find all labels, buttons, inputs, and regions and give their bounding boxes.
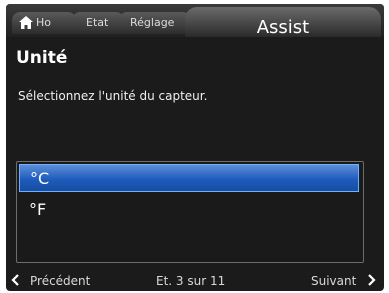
page-instruction: Sélectionnez l'unité du capteur. bbox=[18, 89, 208, 103]
tab-etat[interactable]: Etat bbox=[72, 12, 124, 34]
option-fahrenheit[interactable]: °F bbox=[19, 196, 359, 224]
step-indicator: Et. 3 sur 11 bbox=[156, 274, 226, 288]
home-icon bbox=[19, 16, 33, 29]
tab-assist-label: Assist bbox=[256, 17, 310, 38]
tab-etat-label: Etat bbox=[86, 16, 109, 29]
previous-button[interactable]: Précédent bbox=[30, 274, 90, 288]
wizard-footer: Précédent Et. 3 sur 11 Suivant bbox=[6, 271, 384, 291]
device-screen: Ho Etat Réglage Assist Unité Sélectionne… bbox=[6, 4, 384, 291]
tab-home[interactable]: Ho bbox=[12, 12, 76, 34]
tab-bar: Ho Etat Réglage Assist bbox=[6, 4, 384, 38]
tab-assist[interactable]: Assist bbox=[185, 7, 381, 38]
option-fahrenheit-label: °F bbox=[29, 200, 47, 219]
tab-home-label: Ho bbox=[36, 16, 52, 29]
option-celsius-label: °C bbox=[30, 169, 50, 188]
tab-reglage-label: Réglage bbox=[130, 16, 175, 29]
unit-option-list: °C °F bbox=[16, 161, 364, 263]
page-title: Unité bbox=[16, 48, 68, 68]
option-celsius[interactable]: °C bbox=[19, 164, 359, 192]
chevron-right-icon[interactable] bbox=[368, 274, 376, 286]
chevron-left-icon[interactable] bbox=[11, 274, 19, 286]
next-button[interactable]: Suivant bbox=[311, 274, 356, 288]
tab-reglage[interactable]: Réglage bbox=[119, 12, 191, 34]
